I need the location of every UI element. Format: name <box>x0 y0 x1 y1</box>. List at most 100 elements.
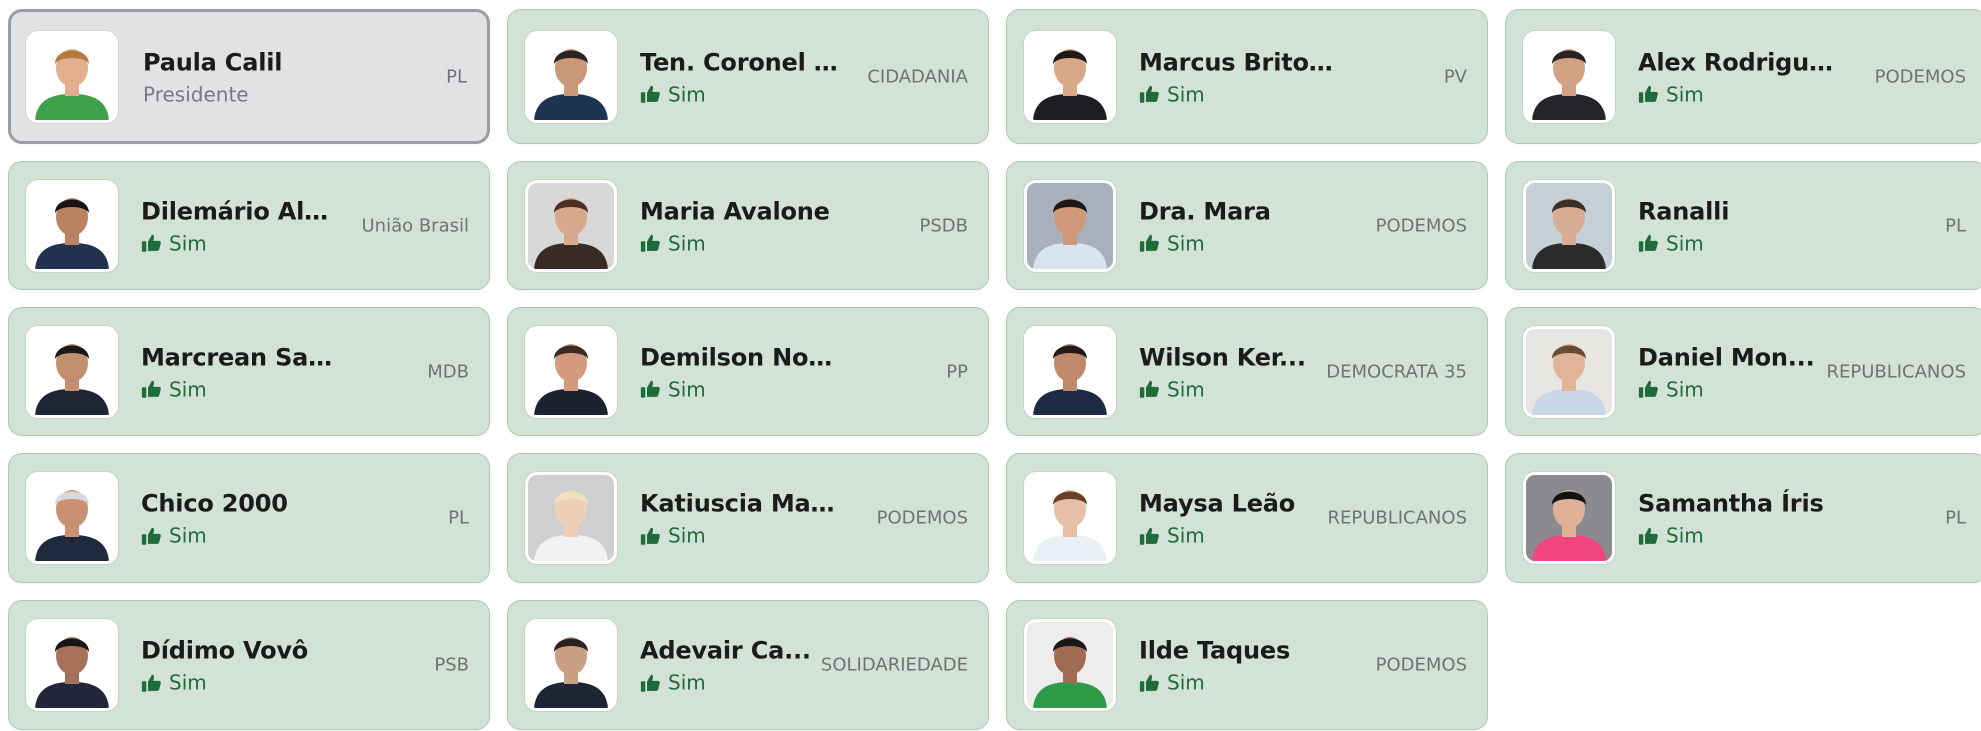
councillor-card[interactable]: Marcus Brito Junior Sim PV <box>1006 9 1488 144</box>
thumbs-up-icon <box>1139 84 1160 105</box>
avatar <box>26 619 118 711</box>
avatar <box>1523 179 1615 272</box>
councillor-card[interactable]: Dilemário Ale... Sim União Brasil <box>8 161 490 290</box>
councillor-card[interactable]: Ilde Taques Sim PODEMOS <box>1006 600 1488 730</box>
vote-label: Sim <box>169 523 207 548</box>
councillor-info: Samantha Íris Sim <box>1638 488 1838 549</box>
avatar <box>26 472 118 564</box>
councillor-card[interactable]: Ten. Coronel D... Sim CIDADANIA <box>507 9 989 144</box>
councillor-card[interactable]: Chico 2000 Sim PL <box>8 453 490 583</box>
avatar <box>1523 30 1615 123</box>
thumbs-up-icon <box>1139 379 1160 400</box>
party-label: MDB <box>427 361 469 382</box>
councillor-card-president[interactable]: Paula Calil Presidente PL <box>8 9 490 144</box>
vote-label: Sim <box>668 231 706 255</box>
councillor-info: Wilson Ker... Sim <box>1139 341 1339 402</box>
party-label: PL <box>446 66 467 87</box>
thumbs-up-icon <box>640 84 661 105</box>
vote-label: Sim <box>1167 670 1205 695</box>
vote-label: Sim <box>1167 377 1205 401</box>
vote-status: Sim <box>141 523 341 549</box>
councillor-info: Marcrean Santos Sim <box>141 341 341 402</box>
councillor-info: Marcus Brito Junior Sim <box>1139 46 1339 107</box>
avatar <box>26 30 118 123</box>
councillor-name: Wilson Ker... <box>1139 343 1306 371</box>
party-label: PSB <box>434 654 469 676</box>
vote-status: Sim <box>1638 523 1838 549</box>
thumbs-up-icon <box>1638 84 1659 105</box>
thumbs-up-icon <box>1139 233 1160 254</box>
vote-label: Sim <box>668 523 706 548</box>
councillor-name: Chico 2000 <box>141 489 288 518</box>
councillor-info: Demilson Nogueira Sim <box>640 341 840 402</box>
councillor-info: Dra. Mara Sim <box>1139 195 1339 256</box>
vote-status: Sim <box>1139 376 1339 402</box>
councillor-name: Paula Calil <box>143 48 283 76</box>
thumbs-up-icon <box>141 672 162 693</box>
vote-label: Sim <box>169 231 207 255</box>
avatar <box>1024 619 1116 711</box>
councillor-card[interactable]: Alex Rodrigues Sim PODEMOS <box>1505 9 1981 144</box>
councillor-card[interactable]: Daniel Mon... Sim REPUBLICANOS <box>1505 307 1981 436</box>
avatar <box>525 179 617 272</box>
vote-status: Sim <box>640 670 840 696</box>
party-label: União Brasil <box>361 215 469 236</box>
thumbs-up-icon <box>1638 525 1659 546</box>
councillor-name: Dilemário Ale... <box>141 197 341 225</box>
councillor-name: Ten. Coronel D... <box>640 48 840 76</box>
councillor-info: Paula Calil Presidente <box>143 46 343 107</box>
councillor-info: Ilde Taques Sim <box>1139 635 1339 696</box>
vote-label: Sim <box>169 377 207 401</box>
vote-status: Sim <box>1638 376 1838 402</box>
councillor-name: Katiuscia Manteli <box>640 489 840 518</box>
vote-label: Sim <box>668 670 706 695</box>
party-label: SOLIDARIEDADE <box>820 654 968 676</box>
party-label: PODEMOS <box>876 507 968 529</box>
thumbs-up-icon <box>141 525 162 546</box>
party-label: PODEMOS <box>1375 215 1467 236</box>
thumbs-up-icon <box>1638 233 1659 254</box>
vote-label: Sim <box>668 82 706 106</box>
councillor-info: Ranalli Sim <box>1638 195 1838 256</box>
councillor-card[interactable]: Wilson Ker... Sim DEMOCRATA 35 <box>1006 307 1488 436</box>
avatar <box>525 619 617 711</box>
councillor-card[interactable]: Katiuscia Manteli Sim PODEMOS <box>507 453 989 583</box>
councillor-card[interactable]: Dra. Mara Sim PODEMOS <box>1006 161 1488 290</box>
councillor-name: Marcrean Santos <box>141 343 341 371</box>
avatar <box>26 179 118 272</box>
avatar <box>1523 472 1615 564</box>
councillor-card[interactable]: Demilson Nogueira Sim PP <box>507 307 989 436</box>
councillor-card[interactable]: Adevair Ca... Sim SOLIDARIEDADE <box>507 600 989 730</box>
councillor-card[interactable]: Maria Avalone Sim PSDB <box>507 161 989 290</box>
vote-status: Sim <box>1139 230 1339 256</box>
councillor-card[interactable]: Samantha Íris Sim PL <box>1505 453 1981 583</box>
avatar <box>26 325 118 418</box>
councillor-info: Chico 2000 Sim <box>141 488 341 549</box>
councillor-card[interactable]: Maysa Leão Sim REPUBLICANOS <box>1006 453 1488 583</box>
vote-label: Sim <box>1666 523 1704 548</box>
thumbs-up-icon <box>1139 525 1160 546</box>
councillor-name: Dra. Mara <box>1139 197 1271 225</box>
councillor-card[interactable]: Marcrean Santos Sim MDB <box>8 307 490 436</box>
councillor-name: Adevair Ca... <box>640 636 811 665</box>
vote-label: Sim <box>668 377 706 401</box>
councillor-name: Dídimo Vovô <box>141 636 309 665</box>
party-label: PSDB <box>919 215 969 236</box>
thumbs-up-icon <box>640 379 661 400</box>
vote-label: Sim <box>1167 82 1205 106</box>
councillor-info: Maria Avalone Sim <box>640 195 840 256</box>
vote-label: Sim <box>1666 231 1704 255</box>
thumbs-up-icon <box>1139 672 1160 693</box>
councillor-name: Ilde Taques <box>1139 636 1291 665</box>
vote-status: Sim <box>1638 230 1838 256</box>
councillor-name: Marcus Brito Junior <box>1139 48 1339 76</box>
vote-status: Sim <box>640 230 840 256</box>
councillor-card[interactable]: Dídimo Vovô Sim PSB <box>8 600 490 730</box>
councillor-card[interactable]: Ranalli Sim PL <box>1505 161 1981 290</box>
councillor-info: Daniel Mon... Sim <box>1638 341 1838 402</box>
vote-label: Sim <box>169 670 207 695</box>
vote-status: Sim <box>640 523 840 549</box>
councillor-info: Dídimo Vovô Sim <box>141 635 341 696</box>
avatar <box>1024 325 1116 418</box>
councillor-grid: Paula Calil Presidente PL Ten. Coronel D...… <box>8 9 1981 731</box>
